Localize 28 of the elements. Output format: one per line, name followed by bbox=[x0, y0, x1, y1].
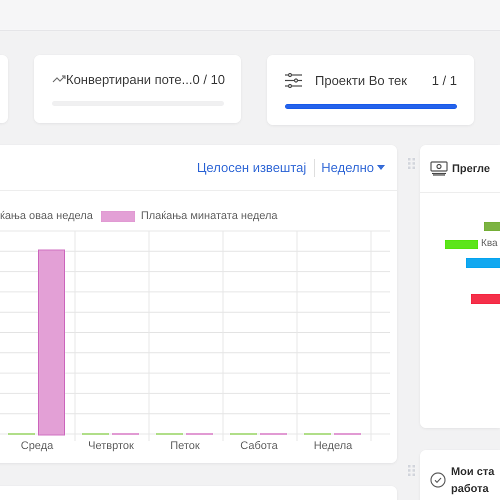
check-circle-icon bbox=[430, 472, 446, 488]
full-report-link[interactable]: Целосен извештај bbox=[196, 160, 306, 175]
axis-label: Среда bbox=[20, 440, 54, 452]
kpi-title: Проекти Во тек bbox=[315, 72, 408, 88]
card-title: Прегле bbox=[452, 162, 490, 174]
bar bbox=[484, 222, 500, 231]
caret-icon bbox=[377, 165, 385, 170]
card-title: работа bbox=[451, 482, 490, 497]
sliders-icon bbox=[285, 72, 302, 88]
trend-up-icon bbox=[52, 74, 66, 84]
kpi-count: 0 / 10 bbox=[192, 72, 226, 86]
drag-handle-icon[interactable] bbox=[408, 465, 415, 476]
axis-label: Четврток bbox=[87, 440, 135, 452]
kpi-count: 1 / 1 bbox=[432, 72, 457, 88]
legend-label: ќања оваа недела bbox=[0, 210, 93, 222]
card-title: Мои ста bbox=[451, 465, 494, 480]
axis-label: Сабота bbox=[239, 440, 279, 452]
bar bbox=[471, 294, 500, 304]
axis-label: Петок bbox=[169, 440, 201, 452]
legend-label: Плаќања минатата недела bbox=[140, 210, 278, 222]
kpi-title: Конвертирани поте... bbox=[66, 72, 193, 86]
bar bbox=[445, 240, 478, 249]
bar bbox=[466, 258, 500, 268]
drag-handle-icon[interactable] bbox=[408, 158, 415, 169]
bar-label: Ква bbox=[481, 238, 498, 249]
axis-label: Недела bbox=[312, 440, 354, 452]
banknote-icon bbox=[430, 161, 448, 176]
period-dropdown[interactable]: Неделно bbox=[321, 160, 385, 175]
